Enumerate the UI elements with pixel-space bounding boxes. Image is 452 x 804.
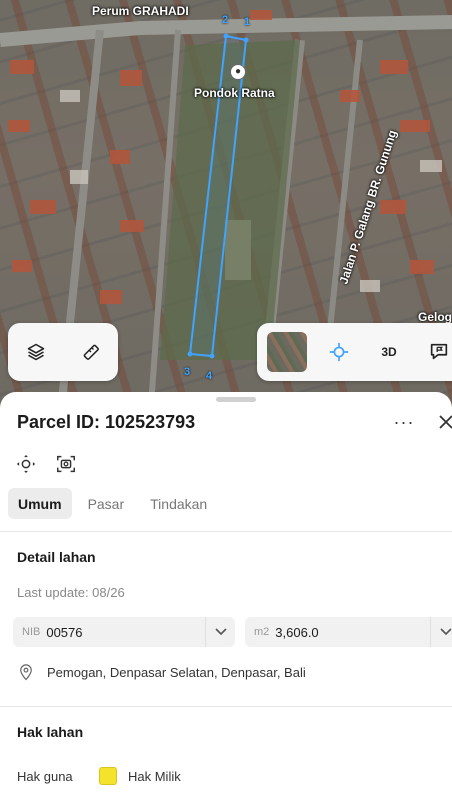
zoom-focus-icon [16,454,36,474]
camera-frame-icon [57,455,75,473]
three-d-button[interactable]: 3D [371,334,407,370]
vertex-number: 4 [206,370,213,382]
map-label-perum: Perum GRAHADI [92,4,189,18]
area-value: 3,606.0 [275,624,319,640]
area-dropdown-button[interactable] [430,617,452,647]
last-update: Last update: 08/26 [17,585,125,600]
vertex-number: 1 [244,16,251,28]
tab-umum[interactable]: Umum [8,488,72,519]
vertex-number: 2 [222,14,229,26]
measure-button[interactable] [73,334,109,370]
parcel-tools [14,452,78,476]
nib-dropdown-button[interactable] [205,617,235,647]
close-icon [439,415,452,429]
area-field[interactable]: m2 3,606.0 [245,617,452,647]
nib-value: 00576 [46,624,83,640]
rights-label: Hak guna [17,768,73,784]
divider [0,531,452,532]
divider [0,706,452,707]
layers-button[interactable] [18,334,54,370]
vertex-number: 3 [184,366,191,378]
nib-prefix: NIB [22,626,41,638]
rights-value: Hak Milik [128,768,181,784]
map-view[interactable]: Perum GRAHADI ● Pondok Ratna Jalan P. Ga… [0,0,452,420]
tab-pasar[interactable]: Pasar [78,488,135,519]
map-view-panel: 3D [257,323,452,381]
crosshair-icon [329,342,349,362]
parcel-title: Parcel ID: 102523793 [17,412,196,432]
map-tools-panel [8,323,118,381]
sheet-drag-handle[interactable] [216,397,256,402]
screenshot-button[interactable] [54,452,78,476]
address-text: Pemogan, Denpasar Selatan, Denpasar, Bal… [47,664,306,680]
ruler-icon [83,344,99,360]
feedback-button[interactable] [421,334,452,370]
map-label-pondok: Pondok Ratna [194,86,275,100]
poi-icon[interactable]: ● [230,64,246,80]
close-button[interactable] [434,410,452,434]
detail-tabs: Umum Pasar Tindakan [8,488,217,519]
title-actions: ··· [392,410,452,434]
chevron-down-icon [439,628,452,636]
rights-row: Hak guna Hak Milik [17,767,181,785]
location-pin-icon [20,664,32,681]
basemap-thumbnail[interactable] [267,332,307,372]
zoom-to-parcel-button[interactable] [14,452,38,476]
nib-field[interactable]: NIB 00576 [13,617,235,647]
parcel-detail-sheet: Parcel ID: 102523793 ··· Umum Pasar Tind… [0,392,452,804]
area-prefix: m2 [254,626,270,638]
address-row: Pemogan, Denpasar Selatan, Denpasar, Bal… [17,662,306,682]
map-label-gelog: Gelog [418,310,452,324]
section-title-detail: Detail lahan [17,549,96,565]
layers-icon [27,343,44,361]
rights-color-swatch [99,767,117,785]
tab-tindakan[interactable]: Tindakan [140,488,217,519]
chat-flag-icon [430,343,448,360]
chevron-down-icon [214,628,227,636]
more-button[interactable]: ··· [392,412,416,433]
section-title-rights: Hak lahan [17,724,84,740]
locate-button[interactable] [321,334,357,370]
